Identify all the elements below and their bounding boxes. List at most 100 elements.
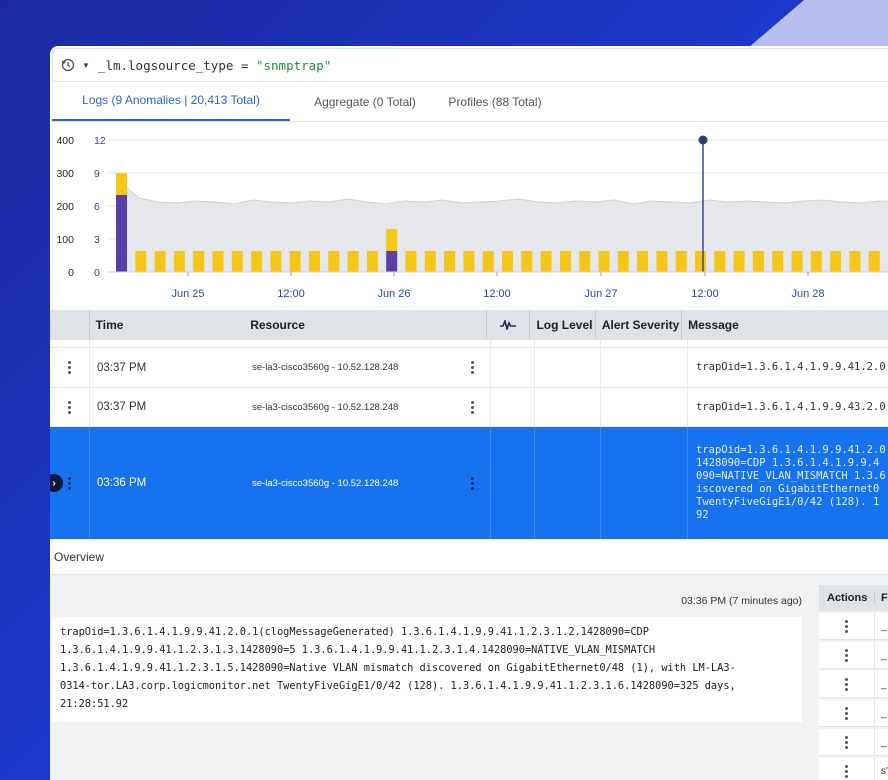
anomaly-tick-label: 3 [94, 234, 100, 246]
y-tick-label: 300 [56, 168, 74, 180]
row-time: 03:37 PM [97, 401, 147, 413]
action-row[interactable]: s' [819, 758, 888, 780]
tab-logs[interactable]: Logs (9 Anomalies | 20,413 Total) [52, 81, 290, 121]
chart-bar [328, 251, 340, 272]
action-row-value: _ [881, 707, 887, 719]
action-row-value: _ [881, 620, 887, 632]
y-tick-label: 100 [56, 234, 74, 246]
chart-bar [868, 251, 880, 272]
chart-bar [559, 251, 571, 272]
query-bar[interactable]: ▼ _lm.logsource_type = "snmptrap" [52, 48, 888, 82]
row-resource[interactable]: se-la3-cisco3560g - 10.52.128.248 [252, 362, 398, 373]
query-input[interactable]: _lm.logsource_type = "snmptrap" [98, 58, 331, 73]
chart-bar [791, 251, 803, 272]
chart-svg: 400 12300 9200 6100 30 0Jun 25 12:00 Jun 26 12:0… [56, 135, 888, 300]
table-row-partial [50, 340, 888, 348]
header-spacer [50, 310, 90, 340]
chart-bar [309, 251, 320, 272]
chart-bar [212, 251, 224, 272]
resource-menu-icon[interactable] [471, 361, 474, 374]
tab-aggregate[interactable]: Aggregate (0 Total) [290, 81, 440, 121]
chart-bar [772, 251, 784, 272]
overview-message-line: 21:28:51.92 [60, 698, 129, 710]
header-alert-severity[interactable]: Alert Severity [596, 310, 683, 340]
chart-bar [810, 251, 822, 272]
action-menu-icon[interactable] [819, 671, 875, 697]
row-resource[interactable]: se-la3-cisco3560g - 10.52.128.248 [252, 402, 398, 413]
chart-bar [502, 251, 513, 272]
chart-bar [637, 251, 649, 272]
chart-bar [733, 251, 745, 272]
chart-bar [444, 251, 456, 272]
y-tick-label: 400 [56, 135, 74, 147]
anomaly-marker-point [698, 135, 708, 145]
anomaly-bar [386, 251, 398, 272]
action-menu-icon[interactable] [819, 613, 875, 639]
row-message: trapOid=1.3.6.1.4.1.9.9.41.2.0 1428090=C… [688, 427, 886, 539]
table-header: Time Resource Log Level Alert Severity M… [50, 310, 888, 340]
chart-bar [482, 251, 494, 272]
header-resource[interactable]: Resource [244, 310, 487, 340]
chart-bar [463, 251, 475, 272]
header-log-level[interactable]: Log Level [530, 310, 596, 340]
tab-profiles[interactable]: Profiles (88 Total) [440, 81, 550, 121]
action-row[interactable]: _ [819, 613, 888, 640]
overview-message[interactable]: trapOid=1.3.6.1.4.1.9.9.41.2.0.1(clogMes… [52, 617, 802, 722]
overview-title: Overview [50, 539, 888, 575]
overview-message-line: 0314-tor.LA3.corp.logicmonitor.net Twent… [60, 680, 736, 692]
chart-bar [656, 251, 668, 272]
table-row[interactable]: 03:37 PM se-la3-cisco3560g - 10.52.128.2… [50, 388, 888, 427]
table-row-selected[interactable]: › 03:36 PM se-la3-cisco3560g - 10.52.128… [50, 427, 888, 539]
overview-message-line: trapOid=1.3.6.1.4.1.9.9.41.2.0.1(clogMes… [60, 626, 649, 638]
chart-bar [714, 251, 726, 272]
anomaly-tick-label: 0 [94, 267, 100, 279]
y-tick-label: 200 [56, 201, 74, 213]
log-histogram-chart[interactable]: 400 12 300 9 200 6 100 3 0 0 Jun 25 12:00 Jun 26 12:0… [50, 122, 888, 310]
history-icon[interactable] [61, 57, 77, 73]
overview-message-line: 1.3.6.1.4.1.9.9.41.1.2.3.1.3.1428090=5 1… [60, 644, 656, 656]
row-menu-icon[interactable] [50, 348, 90, 387]
message-line: iscovered on GigabitEthernet0 [696, 483, 880, 495]
action-menu-icon[interactable] [819, 758, 875, 780]
chart-bar [193, 251, 205, 272]
table-row[interactable]: 03:37 PM se-la3-cisco3560g - 10.52.128.2… [50, 348, 888, 388]
row-menu-icon[interactable] [50, 388, 90, 426]
x-tick-label: Jun 27 [584, 288, 617, 300]
chart-bar [251, 251, 263, 272]
chart-bar [849, 251, 861, 272]
resource-menu-icon[interactable] [471, 476, 474, 490]
anomaly-wave-icon[interactable] [487, 310, 531, 340]
chart-bar [289, 251, 301, 272]
overview-timestamp: 03:36 PM (7 minutes ago) [681, 595, 802, 607]
actions-header-label: Actions [819, 592, 875, 604]
action-row[interactable]: _ [819, 671, 888, 698]
header-message[interactable]: Message [682, 310, 888, 340]
x-tick-label: Jun 28 [791, 288, 824, 300]
chart-bar [424, 251, 436, 272]
action-menu-icon[interactable] [819, 642, 875, 668]
chart-bar [405, 251, 417, 272]
overview-message-line: 1.3.6.1.4.1.9.9.41.1.2.3.1.5.1428090=Nat… [60, 662, 736, 674]
chevron-down-icon[interactable]: ▼ [82, 61, 90, 70]
message-line: trapOid=1.3.6.1.4.1.9.9.41.2.0 [696, 444, 886, 456]
x-tick-label: 12:00 [483, 288, 511, 300]
row-resource[interactable]: se-la3-cisco3560g - 10.52.128.248 [252, 478, 398, 489]
action-row[interactable]: _ [819, 642, 888, 669]
action-menu-icon[interactable] [819, 700, 875, 726]
query-field: _lm.logsource_type [97, 57, 234, 73]
overview-body: 03:36 PM (7 minutes ago) trapOid=1.3.6.1… [50, 575, 888, 780]
action-row[interactable]: _ [819, 700, 888, 727]
action-row[interactable]: _ [819, 729, 888, 756]
query-value: "snmptrap" [255, 57, 332, 73]
header-time[interactable]: Time [90, 310, 245, 340]
resource-menu-icon[interactable] [471, 400, 474, 414]
action-row-value: _ [881, 649, 887, 661]
chart-bar [579, 251, 591, 272]
x-tick-label: 12:00 [277, 288, 305, 300]
chart-bar [617, 251, 629, 272]
query-operator: = [240, 57, 249, 73]
row-message: trapOid=1.3.6.1.4.1.9.9.41.2.0 [696, 361, 886, 373]
action-menu-icon[interactable] [819, 729, 875, 755]
message-line: 92 [696, 509, 709, 521]
message-line: TwentyFiveGigE1/0/42 (128). 1 [696, 496, 880, 508]
